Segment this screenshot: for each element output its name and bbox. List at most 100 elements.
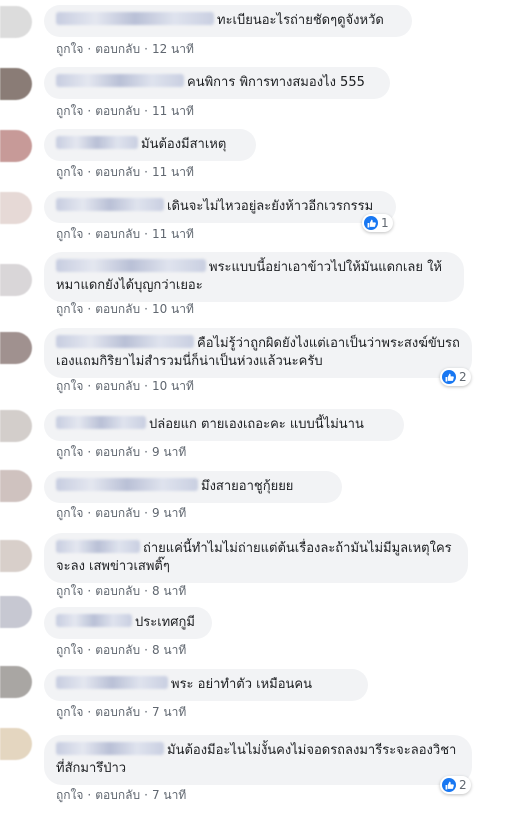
comment-actions: ถูกใจ · ตอบกลับ · 8 นาที	[56, 582, 186, 601]
commenter-name-blurred[interactable]	[56, 478, 198, 491]
comment-bubble: เดินจะไม่ไหวอยู่ละยังห้าวอีกเวรกรรม	[44, 191, 396, 223]
avatar[interactable]	[0, 6, 32, 38]
avatar[interactable]	[0, 130, 32, 162]
timestamp[interactable]: 7 นาที	[152, 788, 186, 802]
comment-text: มึงสายอาชูกุ้ยยย	[201, 479, 294, 494]
separator: ·	[87, 227, 92, 241]
like-link[interactable]: ถูกใจ	[56, 643, 83, 657]
reply-link[interactable]: ตอบกลับ	[95, 788, 140, 802]
avatar[interactable]	[0, 728, 32, 760]
separator: ·	[87, 379, 92, 393]
timestamp[interactable]: 11 นาที	[152, 227, 194, 241]
comment-bubble: ปล่อยแก ตายเองเถอะคะ แบบนี้ไม่นาน	[44, 409, 404, 441]
comment-actions: ถูกใจ · ตอบกลับ · 9 นาที	[56, 504, 186, 523]
timestamp[interactable]: 7 นาที	[152, 705, 186, 719]
avatar[interactable]	[0, 596, 32, 628]
like-link[interactable]: ถูกใจ	[56, 165, 83, 179]
timestamp[interactable]: 11 นาที	[152, 104, 194, 118]
timestamp[interactable]: 12 นาที	[152, 42, 194, 56]
comment-bubble: มันต้องมีอะไนไม่งั้นคงไม่จอดรถลงมารีระจะ…	[44, 735, 472, 785]
like-link[interactable]: ถูกใจ	[56, 506, 83, 520]
separator: ·	[144, 705, 148, 719]
like-link[interactable]: ถูกใจ	[56, 584, 83, 598]
reply-link[interactable]: ตอบกลับ	[95, 584, 140, 598]
comment-text: คนพิการ พิการทางสมองไง 555	[187, 75, 365, 90]
reply-link[interactable]: ตอบกลับ	[95, 165, 140, 179]
separator: ·	[87, 445, 92, 459]
comment-actions: ถูกใจ · ตอบกลับ · 10 นาที	[56, 377, 194, 396]
commenter-name-blurred[interactable]	[56, 540, 140, 553]
separator: ·	[144, 379, 148, 393]
avatar[interactable]	[0, 332, 32, 364]
reaction-number: 1	[381, 216, 389, 230]
avatar[interactable]	[0, 264, 32, 296]
separator: ·	[144, 445, 148, 459]
commenter-name-blurred[interactable]	[56, 614, 132, 627]
avatar[interactable]	[0, 410, 32, 442]
commenter-name-blurred[interactable]	[56, 12, 214, 25]
timestamp[interactable]: 9 นาที	[152, 445, 186, 459]
reply-link[interactable]: ตอบกลับ	[95, 506, 140, 520]
reply-link[interactable]: ตอบกลับ	[95, 705, 140, 719]
like-link[interactable]: ถูกใจ	[56, 104, 83, 118]
like-link[interactable]: ถูกใจ	[56, 379, 83, 393]
reaction-count[interactable]: 2	[440, 368, 471, 386]
separator: ·	[144, 302, 148, 316]
reply-link[interactable]: ตอบกลับ	[95, 42, 140, 56]
timestamp[interactable]: 8 นาที	[152, 584, 186, 598]
timestamp[interactable]: 10 นาที	[152, 302, 194, 316]
like-link[interactable]: ถูกใจ	[56, 227, 83, 241]
commenter-name-blurred[interactable]	[56, 198, 164, 211]
comment-text: พระ อย่าทำตัว เหมือนคน	[171, 677, 312, 692]
separator: ·	[144, 227, 148, 241]
separator: ·	[144, 584, 148, 598]
like-link[interactable]: ถูกใจ	[56, 705, 83, 719]
reaction-count[interactable]: 1	[362, 214, 393, 232]
reaction-count[interactable]: 2	[440, 776, 471, 794]
comment-bubble: คนพิการ พิการทางสมองไง 555	[44, 67, 390, 99]
comment-actions: ถูกใจ · ตอบกลับ · 7 นาที	[56, 786, 186, 805]
comment-text: มันต้องมีสาเหตุ	[141, 137, 227, 152]
reply-link[interactable]: ตอบกลับ	[95, 445, 140, 459]
like-link[interactable]: ถูกใจ	[56, 788, 83, 802]
reply-link[interactable]: ตอบกลับ	[95, 302, 140, 316]
like-link[interactable]: ถูกใจ	[56, 445, 83, 459]
comment-actions: ถูกใจ · ตอบกลับ · 11 นาที	[56, 225, 194, 244]
reaction-number: 2	[459, 370, 467, 384]
separator: ·	[144, 104, 148, 118]
timestamp[interactable]: 10 นาที	[152, 379, 194, 393]
reply-link[interactable]: ตอบกลับ	[95, 227, 140, 241]
timestamp[interactable]: 11 นาที	[152, 165, 194, 179]
avatar[interactable]	[0, 666, 32, 698]
commenter-name-blurred[interactable]	[56, 676, 168, 689]
timestamp[interactable]: 9 นาที	[152, 506, 186, 520]
like-link[interactable]: ถูกใจ	[56, 302, 83, 316]
separator: ·	[144, 165, 148, 179]
reply-link[interactable]: ตอบกลับ	[95, 643, 140, 657]
avatar[interactable]	[0, 540, 32, 572]
comment-actions: ถูกใจ · ตอบกลับ · 10 นาที	[56, 300, 194, 319]
separator: ·	[87, 705, 92, 719]
commenter-name-blurred[interactable]	[56, 136, 138, 149]
avatar[interactable]	[0, 192, 32, 224]
comment-bubble: พระแบบนี้อย่าเอาข้าวไปให้มันแดกเลย ให้หม…	[44, 252, 464, 302]
reply-link[interactable]: ตอบกลับ	[95, 379, 140, 393]
commenter-name-blurred[interactable]	[56, 416, 146, 429]
comment-text: เดินจะไม่ไหวอยู่ละยังห้าวอีกเวรกรรม	[167, 199, 374, 214]
separator: ·	[144, 506, 148, 520]
like-link[interactable]: ถูกใจ	[56, 42, 83, 56]
commenter-name-blurred[interactable]	[56, 742, 164, 755]
comment-text: ประเทศกูมี	[135, 615, 195, 630]
comment-text: ทะเบียนอะไรถ่ายชัดๆดูจังหวัด	[217, 13, 384, 28]
separator: ·	[144, 643, 148, 657]
avatar[interactable]	[0, 470, 32, 502]
comment-bubble: ทะเบียนอะไรถ่ายชัดๆดูจังหวัด	[44, 5, 412, 37]
reply-link[interactable]: ตอบกลับ	[95, 104, 140, 118]
commenter-name-blurred[interactable]	[56, 335, 194, 348]
comment-bubble: ถ่ายแค่นี้ทำไมไม่ถ่ายแต่ต้นเรื่องละถ้ามั…	[44, 533, 468, 583]
commenter-name-blurred[interactable]	[56, 259, 206, 272]
avatar[interactable]	[0, 68, 32, 100]
commenter-name-blurred[interactable]	[56, 74, 184, 87]
timestamp[interactable]: 8 นาที	[152, 643, 186, 657]
separator: ·	[87, 643, 92, 657]
